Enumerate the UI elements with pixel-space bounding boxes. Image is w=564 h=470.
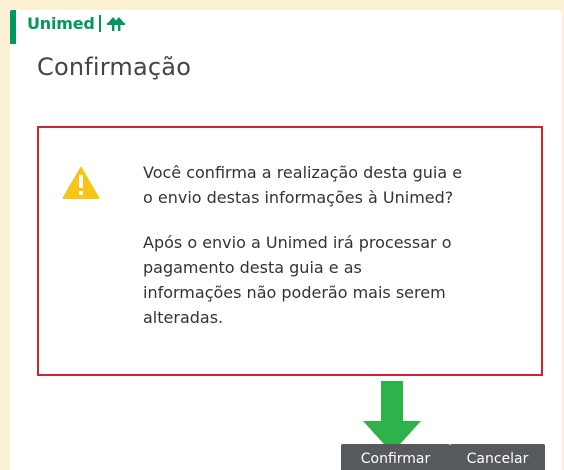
unimed-tree-icon: [106, 15, 126, 32]
brand-logo: Unimed: [27, 11, 126, 35]
alert-box: Você confirma a realização desta guia e …: [37, 126, 543, 376]
alert-question: Você confirma a realização desta guia e …: [143, 160, 523, 210]
brand-accent-bar: [10, 10, 16, 44]
alert-line-6: alteradas.: [143, 308, 224, 327]
brand-name: Unimed: [27, 13, 95, 33]
alert-line-3: Após o envio a Unimed irá processar o: [143, 233, 452, 252]
confirmation-dialog: Unimed Confirmação Você confirma a reali…: [10, 10, 562, 470]
alert-line-5: informações não poderão mais serem: [143, 283, 446, 302]
alert-line-1: Você confirma a realização desta guia e: [143, 163, 463, 182]
dialog-title: Confirmação: [37, 53, 192, 81]
alert-message: Você confirma a realização desta guia e …: [143, 160, 523, 330]
warning-icon: [61, 164, 101, 200]
brand-separator: [98, 14, 101, 32]
cancel-button[interactable]: Cancelar: [450, 444, 545, 470]
confirm-button[interactable]: Confirmar: [341, 444, 450, 470]
alert-notice: Após o envio a Unimed irá processar o pa…: [143, 230, 523, 330]
alert-line-2: o envio destas informações à Unimed?: [143, 188, 454, 207]
alert-line-4: pagamento desta guia e as: [143, 258, 362, 277]
